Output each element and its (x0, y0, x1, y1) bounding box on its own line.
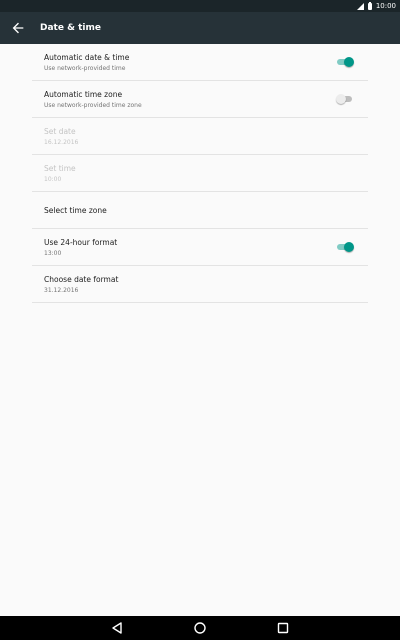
navigation-bar (0, 616, 400, 640)
setting-title: Select time zone (44, 206, 107, 215)
setting-text: Automatic time zone Use network-provided… (44, 90, 142, 110)
setting-title: Choose date format (44, 275, 119, 284)
back-button[interactable] (10, 20, 26, 36)
page-title: Date & time (40, 23, 101, 33)
signal-icon (356, 2, 364, 10)
setting-title: Automatic time zone (44, 90, 123, 99)
automatic-date-time-switch[interactable] (336, 57, 354, 67)
switch-thumb (336, 94, 346, 104)
battery-icon (367, 1, 372, 10)
status-bar: 10:00 (0, 0, 400, 12)
back-triangle-icon (112, 622, 122, 634)
nav-home-button[interactable] (193, 621, 207, 635)
setting-use-24-hour-format[interactable]: Use 24-hour format 13:00 (32, 229, 368, 266)
setting-subtitle: 10:00 (44, 176, 62, 183)
automatic-time-zone-switch[interactable] (336, 94, 354, 104)
setting-text: Use 24-hour format 13:00 (44, 238, 117, 258)
setting-set-time: Set time 10:00 (32, 155, 368, 192)
switch-thumb (344, 242, 354, 252)
setting-text: Select time zone (44, 206, 107, 216)
setting-set-date: Set date 16.12.2016 (32, 118, 368, 155)
arrow-left-icon (12, 22, 24, 34)
settings-list: Automatic date & time Use network-provid… (32, 44, 368, 303)
setting-title: Set time (44, 164, 76, 173)
setting-text: Automatic date & time Use network-provid… (44, 53, 129, 73)
setting-title: Set date (44, 127, 76, 136)
setting-select-time-zone[interactable]: Select time zone (32, 192, 368, 229)
screen: 10:00 Date & time Automatic date & time … (0, 0, 400, 640)
setting-title: Use 24-hour format (44, 238, 118, 247)
home-circle-icon (194, 622, 206, 634)
setting-subtitle: 31.12.2016 (44, 287, 79, 294)
setting-subtitle: 16.12.2016 (44, 139, 79, 146)
setting-text: Set date 16.12.2016 (44, 127, 78, 147)
setting-subtitle: Use network-provided time zone (44, 102, 142, 109)
setting-choose-date-format[interactable]: Choose date format 31.12.2016 (32, 266, 368, 303)
toolbar: Date & time (0, 12, 400, 44)
switch-thumb (344, 57, 354, 67)
recents-square-icon (277, 622, 289, 634)
nav-back-button[interactable] (110, 621, 124, 635)
use-24-hour-format-switch[interactable] (336, 242, 354, 252)
status-icons: 10:00 (356, 0, 396, 12)
setting-text: Set time 10:00 (44, 164, 76, 184)
setting-subtitle: 13:00 (44, 250, 62, 257)
setting-text: Choose date format 31.12.2016 (44, 275, 118, 295)
setting-title: Automatic date & time (44, 53, 130, 62)
setting-automatic-date-time[interactable]: Automatic date & time Use network-provid… (32, 44, 368, 81)
setting-subtitle: Use network-provided time (44, 65, 126, 72)
nav-recents-button[interactable] (276, 621, 290, 635)
setting-automatic-time-zone[interactable]: Automatic time zone Use network-provided… (32, 81, 368, 118)
status-time: 10:00 (375, 2, 396, 10)
